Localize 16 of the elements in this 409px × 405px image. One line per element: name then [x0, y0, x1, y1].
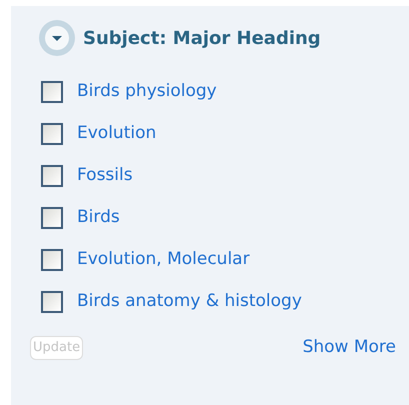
toggle-button[interactable]	[39, 20, 75, 56]
facet-link[interactable]: Evolution, Molecular	[77, 247, 250, 273]
checkbox[interactable]	[41, 81, 63, 103]
caret-icon	[44, 25, 70, 51]
facet-heading: Subject: Major Heading	[83, 26, 321, 50]
facet-link[interactable]: Birds physiology	[77, 79, 217, 105]
checkbox[interactable]	[41, 165, 63, 187]
checkbox[interactable]	[41, 249, 63, 271]
checkbox[interactable]	[41, 291, 63, 313]
facet-link[interactable]: Evolution	[77, 121, 156, 147]
show-more-link[interactable]: Show More	[302, 335, 396, 360]
facet-link[interactable]: Fossils	[77, 163, 133, 189]
facet-link[interactable]: Birds	[77, 205, 120, 231]
facet-link[interactable]: Birds anatomy & histology	[77, 289, 302, 315]
checkbox[interactable]	[41, 123, 63, 145]
checkbox[interactable]	[41, 207, 63, 229]
